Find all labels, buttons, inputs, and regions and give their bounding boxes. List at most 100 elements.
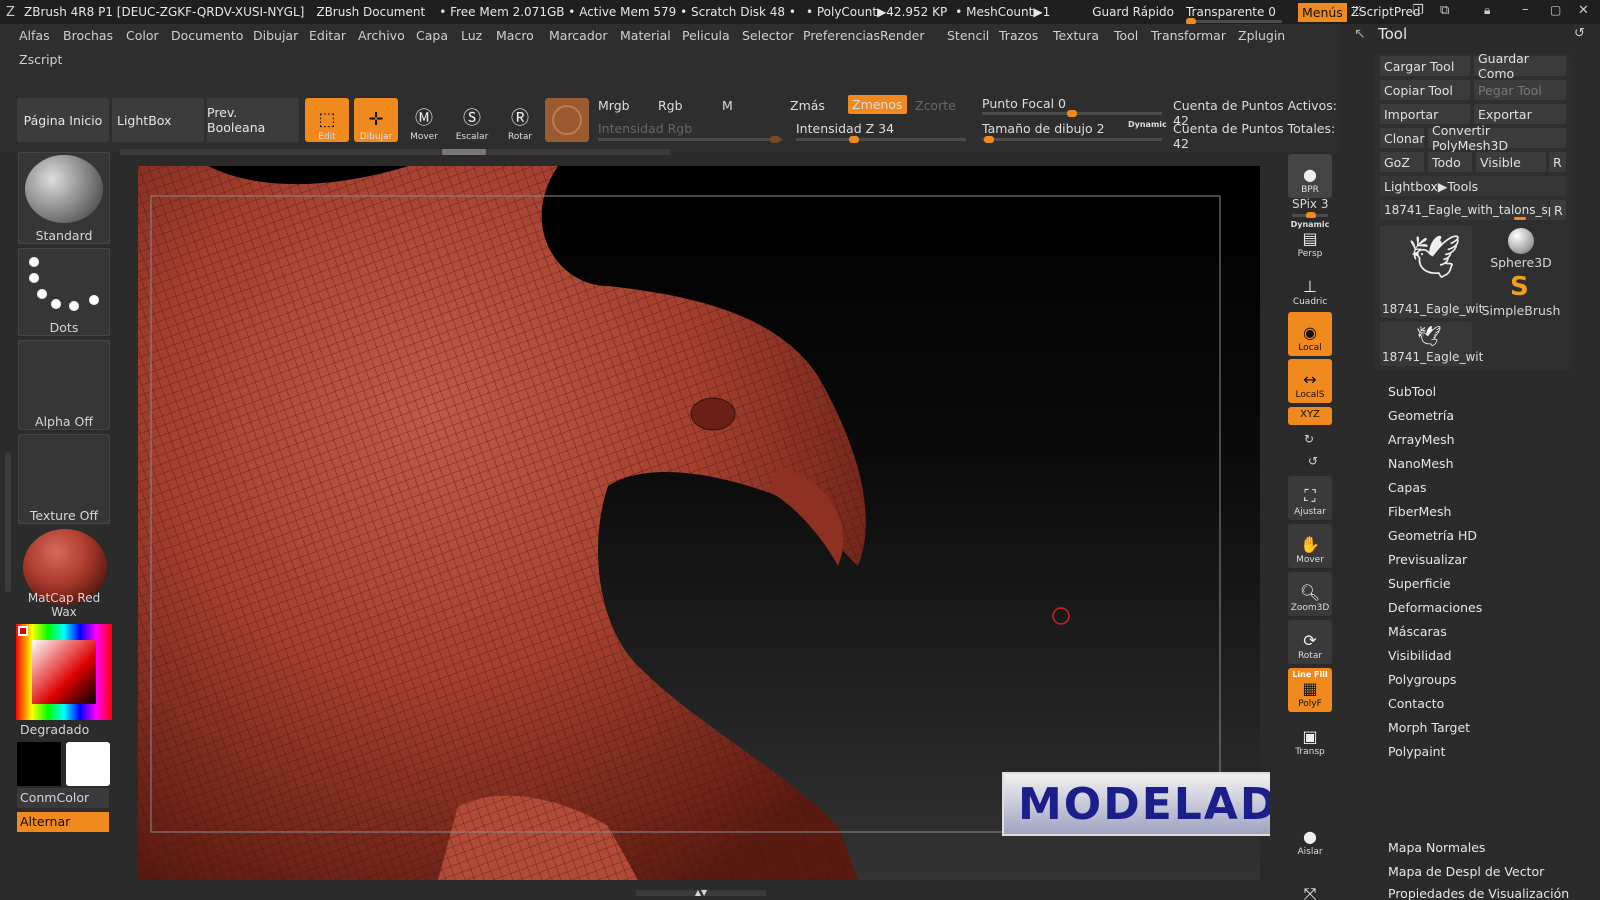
- draw-button[interactable]: ✛ Dibujar: [354, 98, 398, 142]
- menu-documento[interactable]: Documento: [171, 28, 243, 43]
- mrgb-toggle[interactable]: Mrgb: [598, 98, 630, 113]
- document-scroll-thumb[interactable]: [442, 149, 486, 155]
- tool-r-button[interactable]: R: [1550, 200, 1566, 220]
- export-button[interactable]: Exportar: [1474, 104, 1566, 124]
- z-intensity-slider[interactable]: Intensidad Z 34: [796, 121, 894, 136]
- menu-selector[interactable]: Selector: [742, 28, 793, 43]
- color-picker[interactable]: [16, 624, 112, 720]
- menu-macro[interactable]: Macro: [496, 28, 534, 43]
- subpalette-surface[interactable]: Superficie: [1388, 576, 1451, 591]
- menu-alfas[interactable]: Alfas: [19, 28, 50, 43]
- zsub-toggle[interactable]: Zmenos: [848, 95, 907, 114]
- material-sphere-button[interactable]: [545, 98, 589, 142]
- edit-button[interactable]: ⬚ Edit: [305, 98, 349, 142]
- polyframe-button[interactable]: Line Fill ▦ PolyF: [1288, 668, 1332, 712]
- move-view-button[interactable]: ✋ Mover: [1288, 524, 1332, 568]
- goz-all-button[interactable]: Todo: [1428, 152, 1472, 172]
- focal-shift-knob[interactable]: [1067, 110, 1077, 117]
- rotate-view-button[interactable]: ⟳ Rotar: [1288, 620, 1332, 664]
- current-tool-slider[interactable]: 18741_Eagle_with_talons_spr: [1380, 200, 1560, 220]
- local-symmetry-button[interactable]: ↔ LocalS: [1288, 359, 1332, 403]
- lightbox-tools-button[interactable]: Lightbox▶Tools: [1380, 176, 1566, 196]
- secondary-color-swatch[interactable]: [66, 742, 110, 786]
- zadd-toggle[interactable]: Zmás: [790, 98, 825, 113]
- palette-reset-icon[interactable]: ↺: [1574, 26, 1585, 41]
- menu-tool[interactable]: Tool: [1114, 28, 1138, 43]
- menu-capa[interactable]: Capa: [416, 28, 448, 43]
- menu-marcador[interactable]: Marcador: [549, 28, 608, 43]
- menu-editar[interactable]: Editar: [309, 28, 346, 43]
- subpalette-polypaint[interactable]: Polypaint: [1388, 744, 1446, 759]
- subpalette-normal-map[interactable]: Mapa Normales: [1388, 840, 1485, 855]
- menu-zscript[interactable]: Zscript: [19, 52, 62, 67]
- stroke-button[interactable]: Dots: [18, 248, 110, 336]
- goz-button[interactable]: GoZ: [1380, 152, 1424, 172]
- floor-button[interactable]: ⊥ Cuadric: [1288, 266, 1332, 310]
- boolean-preview-button[interactable]: Prev. Booleana: [207, 98, 299, 142]
- frame-button[interactable]: ⛶ Ajustar: [1288, 476, 1332, 520]
- focal-shift-slider[interactable]: Punto Focal 0: [982, 96, 1066, 111]
- scale-button[interactable]: Ⓢ Escalar: [450, 98, 494, 142]
- z-intensity-knob[interactable]: [848, 136, 859, 143]
- lock-icon[interactable]: 🔒︎: [1484, 3, 1490, 18]
- bottom-tray-handle[interactable]: ▲▼: [636, 889, 766, 897]
- rotate-z-icon[interactable]: ↺: [1308, 454, 1318, 468]
- subpalette-nanomesh[interactable]: NanoMesh: [1388, 456, 1454, 471]
- left-tray-handle[interactable]: [5, 452, 11, 592]
- zoom3d-button[interactable]: 🔍︎ Zoom3D: [1288, 572, 1332, 616]
- tool-thumb-sphere[interactable]: Sphere3D: [1476, 226, 1566, 270]
- current-tool-knob[interactable]: [1514, 217, 1526, 220]
- lightbox-button[interactable]: LightBox: [112, 98, 204, 142]
- minimize-icon[interactable]: –: [1522, 2, 1529, 17]
- spix-value[interactable]: SPix 3: [1292, 197, 1328, 211]
- subpalette-layers[interactable]: Capas: [1388, 480, 1427, 495]
- rotate-button[interactable]: Ⓡ Rotar: [498, 98, 542, 142]
- transparency-button[interactable]: ▣ Transp: [1288, 716, 1332, 760]
- subpalette-geometry[interactable]: Geometría: [1388, 408, 1454, 423]
- rgb-intensity-slider[interactable]: Intensidad Rgb: [598, 121, 692, 136]
- alternate-button[interactable]: Alternar: [17, 812, 109, 832]
- menu-color[interactable]: Color: [126, 28, 159, 43]
- local-button[interactable]: ◉ Local: [1288, 312, 1332, 356]
- layout-icon[interactable]: ⫶⫶⫶: [1352, 4, 1361, 19]
- menus-toggle[interactable]: Menús: [1297, 2, 1347, 22]
- xyz-button[interactable]: XYZ: [1288, 407, 1332, 425]
- save-as-button[interactable]: Guardar Como: [1474, 51, 1566, 81]
- texture-button[interactable]: Texture Off: [18, 434, 110, 524]
- goz-visible-button[interactable]: Visible: [1476, 152, 1546, 172]
- layout-alt-icon[interactable]: ⧉: [1440, 3, 1449, 18]
- color-picker-marker[interactable]: [18, 626, 28, 636]
- quicksave-button[interactable]: Guard Rápido: [1092, 5, 1174, 19]
- primary-color-swatch[interactable]: [17, 742, 61, 786]
- tool-thumb-simplebrush[interactable]: S SimpleBrush: [1476, 272, 1566, 318]
- menu-material[interactable]: Material: [620, 28, 671, 43]
- rgb-intensity-knob[interactable]: [770, 136, 780, 143]
- subpalette-fibermesh[interactable]: FiberMesh: [1388, 504, 1451, 519]
- transparency-slider[interactable]: Transparente 0: [1185, 5, 1282, 25]
- m-toggle[interactable]: M: [722, 98, 733, 113]
- zcut-toggle[interactable]: Zcorte: [915, 98, 956, 113]
- maximize-icon[interactable]: ▢: [1550, 3, 1561, 17]
- menu-pelicula[interactable]: Pelicula: [682, 28, 730, 43]
- paste-tool-button[interactable]: Pegar Tool: [1474, 80, 1566, 100]
- import-button[interactable]: Importar: [1380, 104, 1470, 124]
- draw-size-knob[interactable]: [984, 136, 994, 143]
- subpalette-arraymesh[interactable]: ArrayMesh: [1388, 432, 1455, 447]
- menu-brochas[interactable]: Brochas: [63, 28, 113, 43]
- clone-button[interactable]: Clonar: [1380, 128, 1425, 148]
- document-scrollbar[interactable]: [120, 149, 670, 155]
- menu-preferencias[interactable]: Preferencias: [803, 28, 880, 43]
- subpalette-polygroups[interactable]: Polygroups: [1388, 672, 1456, 687]
- menu-render[interactable]: Render: [880, 28, 925, 43]
- zscript-pred[interactable]: ZScriptPred: [1351, 5, 1421, 19]
- load-tool-button[interactable]: Cargar Tool: [1380, 56, 1470, 76]
- subpalette-preview[interactable]: Previsualizar: [1388, 552, 1467, 567]
- menu-archivo[interactable]: Archivo: [358, 28, 405, 43]
- make-polymesh-button[interactable]: Convertir PolyMesh3D: [1428, 123, 1566, 153]
- subpalette-vector-displacement[interactable]: Mapa de Despl de Vector: [1388, 864, 1544, 879]
- subpalette-subtool[interactable]: SubTool: [1388, 384, 1436, 399]
- subpalette-visibility[interactable]: Visibilidad: [1388, 648, 1452, 663]
- menu-transformar[interactable]: Transformar: [1151, 28, 1226, 43]
- menu-textura[interactable]: Textura: [1053, 28, 1099, 43]
- menu-trazos[interactable]: Trazos: [999, 28, 1038, 43]
